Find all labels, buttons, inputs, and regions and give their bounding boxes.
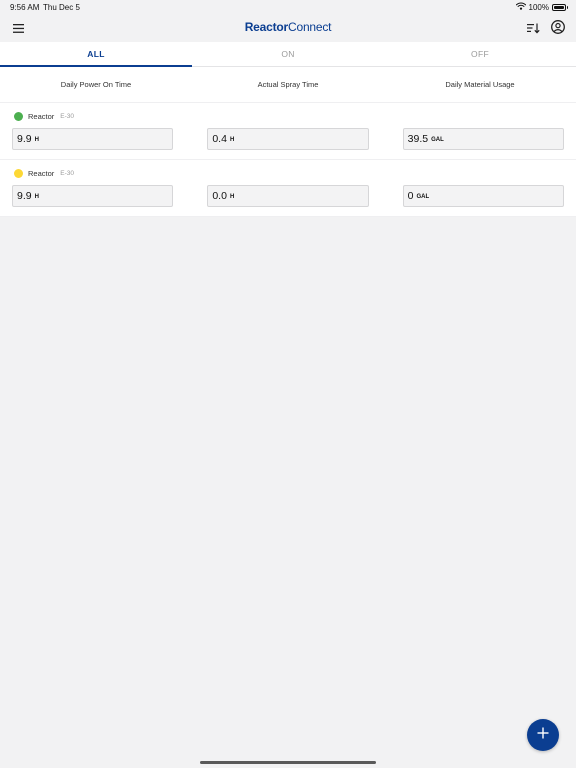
status-bar: 9:56 AM Thu Dec 5 100% (0, 0, 576, 14)
account-icon[interactable] (550, 19, 566, 35)
value-unit: H (34, 194, 39, 200)
reactor-label: Reactor E-30 (14, 169, 74, 178)
filter-tabs: ALL ON OFF (0, 42, 576, 67)
reactor-label: Reactor E-30 (14, 112, 74, 121)
status-date: Thu Dec 5 (43, 3, 80, 12)
logo-part-1: Reactor (244, 20, 288, 34)
status-dot (14, 169, 23, 178)
column-headers: Daily Power On Time Actual Spray Time Da… (0, 67, 576, 103)
value-number: 9.9 (17, 190, 32, 202)
app-logo: ReactorConnect (0, 20, 576, 34)
value-unit: GAL (431, 137, 444, 143)
power-on-time-value: 9.9 H (12, 185, 174, 207)
material-usage-value: 39.5 GAL (402, 128, 564, 150)
column-header-material-usage: Daily Material Usage (445, 80, 515, 89)
value-unit: H (229, 137, 235, 143)
app-header: ReactorConnect (0, 14, 576, 42)
value-number: 9.9 (17, 133, 32, 145)
reactor-model: E-30 (60, 113, 74, 120)
sort-icon[interactable] (525, 20, 541, 36)
tab-all[interactable]: ALL (0, 42, 192, 67)
tab-on[interactable]: ON (192, 42, 384, 66)
status-time: 9:56 AM (10, 3, 40, 12)
reactor-list: Daily Power On Time Actual Spray Time Da… (0, 67, 576, 217)
battery-fill (554, 5, 564, 9)
status-dot (14, 112, 23, 121)
spray-time-value: 0.4 H (207, 128, 369, 150)
value-unit: H (34, 137, 39, 143)
value-unit: GAL (416, 194, 430, 200)
wifi-icon (515, 2, 526, 12)
status-right: 100% (515, 2, 568, 12)
spray-time-value: 0.0 H (207, 185, 369, 207)
battery-icon (552, 3, 568, 11)
material-usage-value: 0 GAL (402, 185, 564, 207)
value-number: 0 (407, 190, 414, 202)
reactor-name: Reactor (28, 169, 55, 178)
plus-icon (537, 726, 549, 744)
home-indicator[interactable] (200, 761, 376, 764)
reactor-row[interactable]: Reactor E-30 9.9 H 0.4 H 39.5 GAL (0, 103, 576, 160)
power-on-time-value: 9.9 H (12, 128, 174, 150)
battery-nub (566, 6, 568, 9)
reactor-values: 9.9 H 0.4 H 39.5 GAL (12, 128, 564, 150)
value-number: 0.4 (212, 133, 227, 145)
value-number: 0.0 (212, 190, 227, 202)
value-unit: H (229, 194, 235, 200)
reactor-model: E-30 (60, 170, 74, 177)
value-number: 39.5 (407, 133, 429, 145)
add-reactor-button[interactable] (527, 719, 559, 751)
reactor-name: Reactor (28, 112, 55, 121)
battery-percent: 100% (528, 2, 549, 12)
reactor-values: 9.9 H 0.0 H 0 GAL (12, 185, 564, 207)
reactor-row[interactable]: Reactor E-30 9.9 H 0.0 H 0 GAL (0, 160, 576, 217)
tab-off[interactable]: OFF (384, 42, 576, 66)
logo-part-2: Connect (288, 20, 332, 34)
app-root: 9:56 AM Thu Dec 5 100% ReactorConnect AL… (0, 0, 576, 768)
column-header-spray-time: Actual Spray Time (257, 80, 319, 89)
column-header-power-on-time: Daily Power On Time (60, 80, 132, 89)
